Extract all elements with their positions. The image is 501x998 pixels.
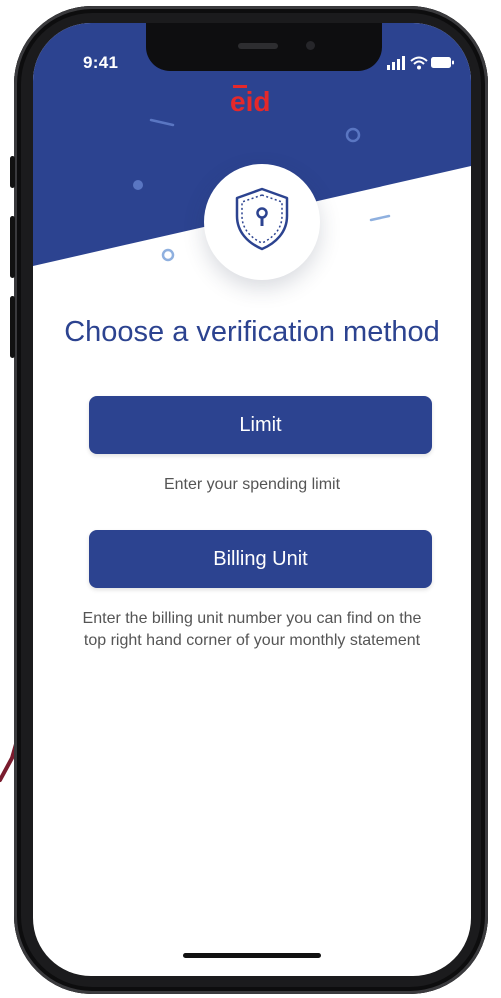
limit-description: Enter your spending limit — [163, 476, 341, 493]
app-screen: 9:41 eid Choose a verification method Li… — [33, 23, 471, 976]
billing-unit-description: Enter the billing unit number you can fi… — [82, 610, 422, 649]
speaker-grille — [238, 43, 278, 49]
billing-unit-button[interactable]: Billing Unit — [89, 530, 432, 588]
eid-logo: eid — [230, 85, 270, 114]
svg-text:eid: eid — [230, 86, 270, 114]
battery-icon — [431, 57, 454, 68]
wifi-icon — [410, 56, 428, 70]
shield-badge — [204, 164, 320, 280]
page-title: Choose a verification method — [64, 316, 440, 348]
side-button — [10, 156, 15, 188]
front-camera — [306, 41, 315, 50]
status-icons — [387, 56, 454, 70]
volume-up-button — [10, 216, 15, 278]
signal-icon — [387, 56, 405, 70]
status-time: 9:41 — [83, 53, 119, 72]
volume-down-button — [10, 296, 15, 358]
shield-keyhole-icon — [235, 187, 289, 251]
home-indicator — [183, 953, 321, 958]
phone-notch — [146, 23, 382, 71]
limit-button[interactable]: Limit — [89, 396, 432, 454]
